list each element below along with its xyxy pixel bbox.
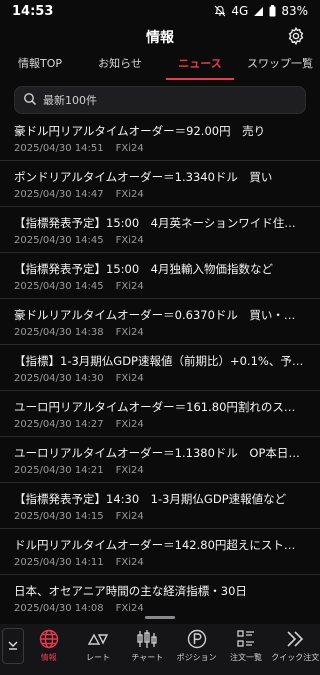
- news-date: 2025/04/30 14:21: [14, 465, 104, 476]
- news-source: FXi24: [115, 281, 144, 292]
- news-headline: ドル円リアルタイムオーダー＝142.80円超えにストッ…: [14, 538, 306, 552]
- page-title: 情報: [146, 30, 174, 46]
- tab-info-top[interactable]: 情報TOP: [0, 50, 80, 82]
- news-item[interactable]: 豪ドル円リアルタイムオーダー＝92.00円 売り 2025/04/30 14:5…: [0, 115, 320, 161]
- gear-icon[interactable]: [286, 26, 306, 46]
- news-date: 2025/04/30 14:38: [14, 327, 104, 338]
- search-box[interactable]: [14, 86, 306, 114]
- status-icons: 4G 83%: [214, 4, 308, 18]
- nav-position[interactable]: ポジション: [172, 624, 221, 663]
- news-item[interactable]: ユーロリアルタイムオーダー＝1.1380ドル OP本日NY… 2025/04/3…: [0, 437, 320, 483]
- nav-order-list[interactable]: 注文一覧: [221, 624, 270, 663]
- news-item[interactable]: 【指標発表予定】14:30 1-3月期仏GDP速報値など 2025/04/30 …: [0, 483, 320, 529]
- news-item[interactable]: 【指標】1-3月期仏GDP速報値（前期比）+0.1%、予想… 2025/04/3…: [0, 345, 320, 391]
- news-headline: 【指標】1-3月期仏GDP速報値（前期比）+0.1%、予想…: [14, 354, 306, 368]
- nav-label: クイック注文: [271, 653, 320, 662]
- battery-icon: [269, 5, 276, 17]
- order-list-icon: [235, 628, 257, 650]
- nav-label: チャート: [131, 653, 164, 662]
- news-source: FXi24: [115, 465, 144, 476]
- news-date: 2025/04/30 14:15: [14, 511, 104, 522]
- position-icon: [186, 628, 208, 650]
- news-list: 豪ドル円リアルタイムオーダー＝92.00円 売り 2025/04/30 14:5…: [0, 115, 320, 621]
- news-source: FXi24: [115, 189, 144, 200]
- nav-label: ポジション: [176, 653, 217, 662]
- nav-chart[interactable]: チャート: [123, 624, 172, 663]
- news-item[interactable]: 【指標発表予定】15:00 4月英ネーションワイド住宅… 2025/04/30 …: [0, 207, 320, 253]
- news-item[interactable]: ユーロ円リアルタイムオーダー＝161.80円割れのスト… 2025/04/30 …: [0, 391, 320, 437]
- nav-label: 注文一覧: [229, 653, 262, 662]
- news-source: FXi24: [115, 557, 144, 568]
- status-bar: 14:53 4G 83%: [0, 0, 320, 22]
- news-headline: 日本、オセアニア時間の主な経済指標・30日: [14, 584, 247, 598]
- news-date: 2025/04/30 14:30: [14, 373, 104, 384]
- chevron-down-icon: [7, 637, 19, 656]
- info-tabs: 情報TOP お知らせ ニュース スワップ一覧: [0, 50, 320, 82]
- collapse-button[interactable]: [2, 628, 24, 664]
- status-time: 14:53: [12, 3, 54, 19]
- app-bar: 情報: [0, 22, 320, 46]
- news-item[interactable]: ドル円リアルタイムオーダー＝142.80円超えにストッ… 2025/04/30 …: [0, 529, 320, 575]
- search-icon: [23, 91, 37, 110]
- news-headline: ポンドリアルタイムオーダー＝1.3340ドル 買い: [14, 170, 273, 184]
- news-item[interactable]: 日本、オセアニア時間の主な経済指標・30日 2025/04/30 14:08 FX…: [0, 575, 320, 621]
- signal-icon: [253, 6, 264, 17]
- news-headline: 【指標発表予定】15:00 4月英ネーションワイド住宅…: [14, 216, 306, 230]
- drag-handle[interactable]: [145, 616, 175, 619]
- news-headline: ユーロリアルタイムオーダー＝1.1380ドル OP本日NY…: [14, 446, 306, 460]
- news-headline: 豪ドルリアルタイムオーダー＝0.6370ドル 買い・割…: [14, 308, 306, 322]
- battery-level: 83%: [281, 4, 308, 18]
- news-date: 2025/04/30 14:47: [14, 189, 104, 200]
- rate-icon: [86, 628, 110, 650]
- news-source: FXi24: [115, 603, 144, 614]
- news-headline: 豪ドル円リアルタイムオーダー＝92.00円 売り: [14, 124, 266, 138]
- news-source: FXi24: [115, 235, 144, 246]
- news-source: FXi24: [115, 419, 144, 430]
- news-source: FXi24: [115, 143, 144, 154]
- globe-icon: [38, 628, 60, 650]
- nav-rate[interactable]: レート: [73, 624, 122, 663]
- nav-quick-order[interactable]: クイック注文: [271, 624, 320, 663]
- news-headline: ユーロ円リアルタイムオーダー＝161.80円割れのスト…: [14, 400, 306, 414]
- tab-news[interactable]: ニュース: [160, 50, 240, 82]
- nav-label: 情報: [40, 653, 57, 662]
- news-date: 2025/04/30 14:08: [14, 603, 104, 614]
- tab-swap-list[interactable]: スワップ一覧: [240, 50, 320, 82]
- news-headline: 【指標発表予定】14:30 1-3月期仏GDP速報値など: [14, 492, 287, 506]
- nav-label: レート: [85, 653, 110, 662]
- news-source: FXi24: [115, 373, 144, 384]
- news-source: FXi24: [115, 511, 144, 522]
- news-date: 2025/04/30 14:45: [14, 235, 104, 246]
- bottom-nav: 情報 レート チャート ポジション 注文一覧 クイック注文: [0, 624, 320, 675]
- news-date: 2025/04/30 14:51: [14, 143, 104, 154]
- news-item[interactable]: 豪ドルリアルタイムオーダー＝0.6370ドル 買い・割… 2025/04/30 …: [0, 299, 320, 345]
- search-input[interactable]: [43, 93, 283, 107]
- news-item[interactable]: ポンドリアルタイムオーダー＝1.3340ドル 買い 2025/04/30 14:…: [0, 161, 320, 207]
- news-date: 2025/04/30 14:27: [14, 419, 104, 430]
- news-date: 2025/04/30 14:45: [14, 281, 104, 292]
- network-label: 4G: [231, 4, 249, 18]
- quick-order-icon: [284, 628, 306, 650]
- news-source: FXi24: [115, 327, 144, 338]
- news-headline: 【指標発表予定】15:00 4月独輸入物価指数など: [14, 262, 273, 276]
- nav-info[interactable]: 情報: [24, 624, 73, 663]
- mute-icon: [214, 5, 226, 17]
- candlestick-icon: [135, 628, 159, 650]
- news-item[interactable]: 【指標発表予定】15:00 4月独輸入物価指数など 2025/04/30 14:…: [0, 253, 320, 299]
- tab-notices[interactable]: お知らせ: [80, 50, 160, 82]
- news-date: 2025/04/30 14:11: [14, 557, 104, 568]
